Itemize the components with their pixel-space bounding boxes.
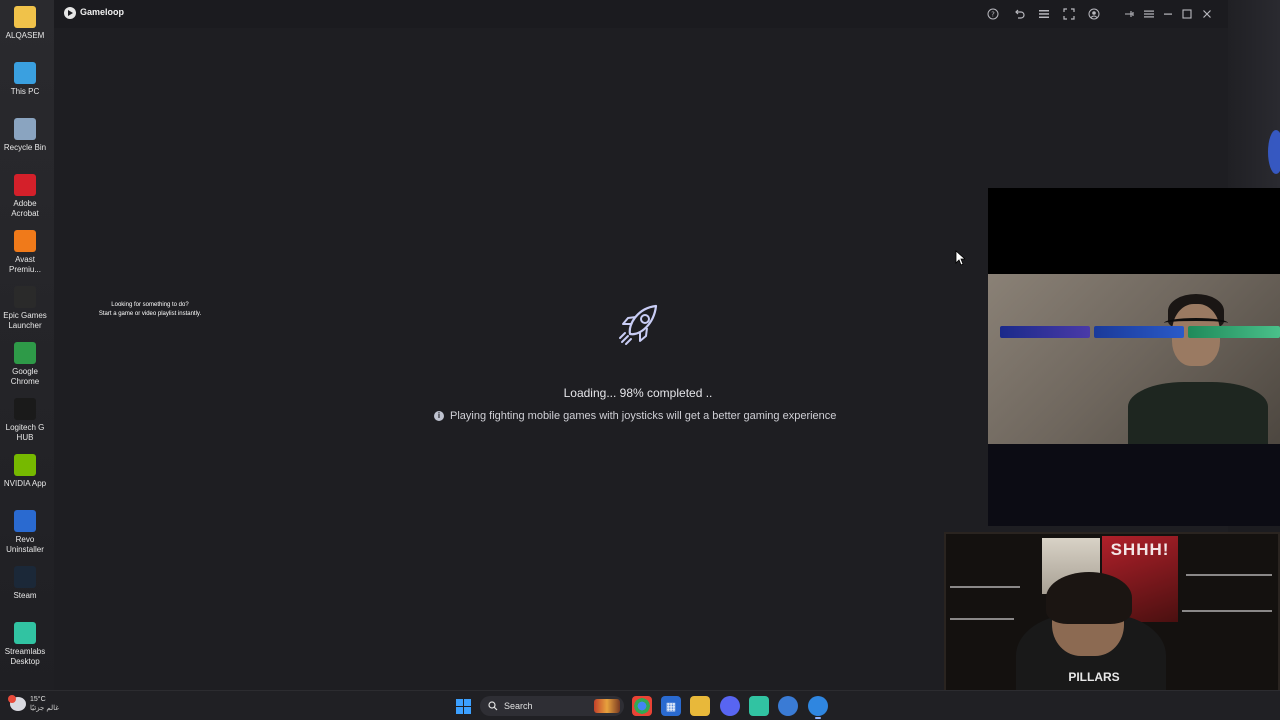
- search-highlight-art: [594, 699, 620, 713]
- weather-icon: [8, 695, 26, 711]
- playlist-subheading: Start a game or video playlist instantly…: [98, 311, 202, 317]
- loading-status: Loading... 98% completed ..: [563, 386, 713, 400]
- desktop-shortcut-label: Google Chrome: [10, 367, 40, 386]
- acrobat-icon: [14, 174, 36, 196]
- search-label: Search: [504, 701, 533, 711]
- svg-text:?: ?: [991, 11, 995, 19]
- desktop-shortcut[interactable]: Adobe Acrobat: [2, 174, 48, 219]
- playlist-prompt: [988, 444, 1280, 526]
- desktop-shortcut[interactable]: Logitech G HUB: [2, 398, 48, 443]
- account-icon[interactable]: [1086, 6, 1102, 22]
- search-icon: [488, 701, 498, 711]
- desktop-shortcut[interactable]: Revo Uninstaller: [2, 510, 48, 555]
- desktop-shortcut-label: Steam: [13, 591, 37, 600]
- tip-row: i Playing fighting mobile games with joy…: [434, 410, 874, 422]
- chrome-icon: [14, 342, 36, 364]
- revo-icon: [14, 510, 36, 532]
- desktop-shortcut-label: NVIDIA App: [3, 479, 47, 488]
- monitor-icon: [14, 62, 36, 84]
- desktop-shortcut-label: Avast Premiu...: [8, 255, 41, 274]
- gameloop-taskbar-icon[interactable]: [778, 696, 798, 716]
- window-title: Gameloop: [80, 7, 125, 17]
- desktop-shortcut-label: ALQASEM: [5, 31, 45, 40]
- logitech-icon: [14, 398, 36, 420]
- chrome-icon[interactable]: [632, 696, 652, 716]
- person-hair: [1046, 572, 1132, 624]
- nvidia-icon: [14, 454, 36, 476]
- discord-icon[interactable]: [720, 696, 740, 716]
- desktop-shortcut[interactable]: This PC: [2, 62, 48, 97]
- weather-description: غالم جزئيًا: [30, 705, 59, 712]
- desktop-shortcut[interactable]: Streamlabs Desktop: [2, 622, 48, 667]
- desktop-shortcut[interactable]: Google Chrome: [2, 342, 48, 387]
- gameloop-active-icon[interactable]: [808, 696, 828, 716]
- background-glow: [1268, 130, 1280, 174]
- tip-text: Playing fighting mobile games with joyst…: [450, 410, 837, 422]
- taskbar-search[interactable]: Search: [480, 696, 624, 716]
- stream-overlay-panel: [988, 188, 1280, 526]
- help-icon[interactable]: ?: [985, 6, 1001, 22]
- desktop-shortcut[interactable]: Steam: [2, 566, 48, 601]
- pin-icon[interactable]: [1122, 6, 1138, 22]
- playlist-thumbnail[interactable]: [1094, 326, 1184, 338]
- playlist-thumbnail[interactable]: [1188, 326, 1280, 338]
- playlist-heading: Looking for something to do?: [111, 302, 189, 308]
- maximize-icon[interactable]: [1179, 6, 1195, 22]
- webcam-feed: [988, 274, 1280, 444]
- minimize-icon[interactable]: [1160, 6, 1176, 22]
- rocket-icon: [619, 304, 658, 345]
- file-explorer-icon[interactable]: [690, 696, 710, 716]
- mouse-cursor-icon: [955, 250, 965, 266]
- desktop-shortcut-label: Logitech G HUB: [5, 423, 45, 442]
- gameloop-logo-icon: [64, 7, 76, 19]
- desktop-shortcut-label: Revo Uninstaller: [6, 535, 44, 554]
- weather-widget[interactable]: 15°C غالم جزئيًا: [8, 695, 59, 713]
- steam-icon: [14, 566, 36, 588]
- desktop-icon-column: ALQASEM This PC Recycle Bin Adobe Acrobat Av…: [0, 0, 54, 690]
- undo-icon[interactable]: [1011, 6, 1027, 22]
- folder-icon: [14, 6, 36, 28]
- desktop-shortcut[interactable]: Epic Games Launcher: [2, 286, 48, 331]
- avast-icon: [14, 230, 36, 252]
- streamlabs-icon[interactable]: [749, 696, 769, 716]
- title-bar: Gameloop ?: [54, 0, 1228, 28]
- recycle-bin-icon: [14, 118, 36, 140]
- desktop-shortcut-label: This PC: [10, 87, 40, 96]
- desktop-shortcut-label: Recycle Bin: [3, 143, 47, 152]
- store-icon[interactable]: ▦: [661, 696, 681, 716]
- start-icon[interactable]: [453, 696, 473, 716]
- desktop-shortcut[interactable]: ALQASEM: [2, 6, 48, 41]
- menu-icon[interactable]: [1141, 6, 1157, 22]
- info-icon: i: [434, 411, 444, 421]
- desktop-shortcut-label: Streamlabs Desktop: [4, 647, 46, 666]
- streamlabs-icon: [14, 622, 36, 644]
- close-icon[interactable]: [1199, 6, 1215, 22]
- taskbar: 15°C غالم جزئيًا Search ▦: [0, 690, 1280, 720]
- desktop-shortcut[interactable]: Recycle Bin: [2, 118, 48, 153]
- desktop-shortcut-label: Adobe Acrobat: [11, 199, 39, 218]
- list-icon[interactable]: [1036, 6, 1052, 22]
- weather-temperature: 15°C: [30, 696, 46, 703]
- playlist-thumbnail[interactable]: [1000, 326, 1090, 338]
- fullscreen-icon[interactable]: [1061, 6, 1077, 22]
- active-indicator: [815, 717, 821, 719]
- epic-games-icon: [14, 286, 36, 308]
- desktop-shortcut[interactable]: NVIDIA App: [2, 454, 48, 489]
- desktop-shortcut[interactable]: Avast Premiu...: [2, 230, 48, 275]
